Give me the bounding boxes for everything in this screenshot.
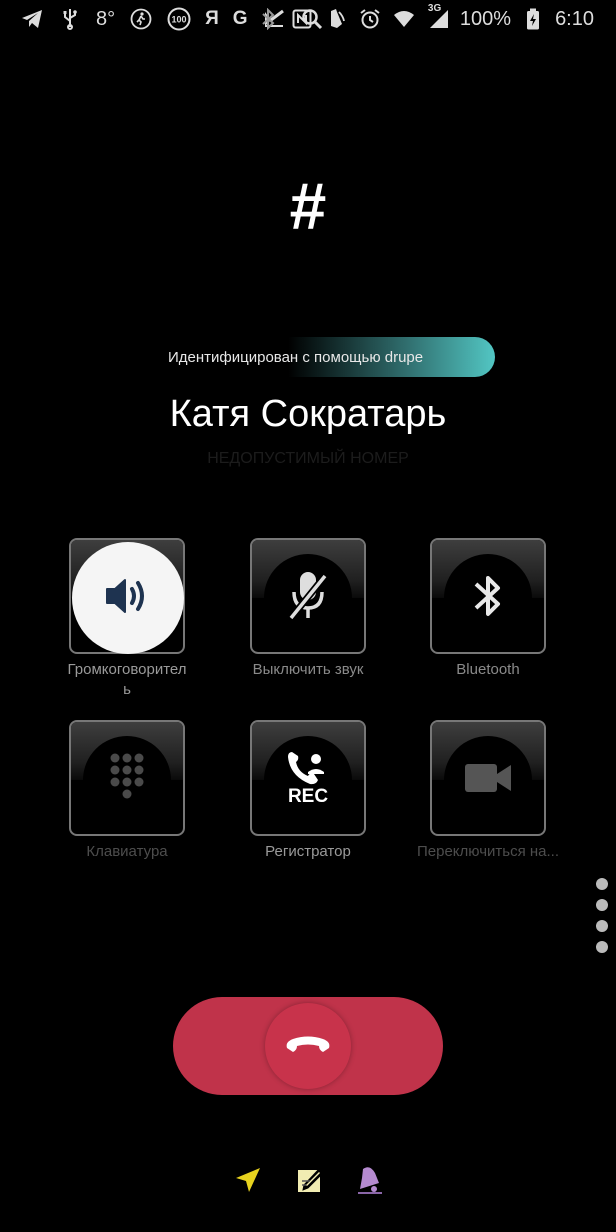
- bluetooth-button[interactable]: Bluetooth: [413, 538, 563, 680]
- mic-off-icon: [252, 540, 364, 652]
- keypad-tile[interactable]: [69, 720, 185, 836]
- reminder-bell-icon: [356, 1165, 384, 1200]
- telegram-icon: [20, 7, 44, 31]
- quick-actions-bar: [0, 1164, 616, 1204]
- rec-badge: REC: [287, 786, 329, 807]
- wifi-icon: [392, 7, 416, 31]
- note-button[interactable]: [292, 1164, 328, 1200]
- google-icon: G: [232, 8, 248, 29]
- speaker-icon: [103, 576, 153, 621]
- identified-by-banner: Идентифицирован с помощью drupe: [150, 337, 495, 377]
- more-dot: [596, 878, 608, 890]
- bluetooth-status-icon: [256, 7, 280, 31]
- bluetooth-tile[interactable]: [430, 538, 546, 654]
- status-bar-right: 3G 100% 6:10: [256, 0, 594, 38]
- badge-100-icon: 100: [167, 7, 191, 31]
- switch-to-video-label: Переключиться на...: [416, 843, 559, 860]
- temperature-text: 8°: [96, 7, 116, 30]
- speaker-active-indicator[interactable]: [72, 542, 184, 654]
- more-dot: [596, 941, 608, 953]
- yandex-icon: Я: [205, 8, 219, 29]
- send-location-icon: [234, 1166, 262, 1199]
- bluetooth-icon: [432, 540, 544, 652]
- hang-up-icon: [283, 1032, 333, 1061]
- battery-icon: [521, 7, 545, 31]
- vibrate-icon: [324, 7, 348, 31]
- badge-100-text: 100: [172, 15, 187, 25]
- more-dot: [596, 899, 608, 911]
- bluetooth-label: Bluetooth: [456, 661, 520, 678]
- switch-to-video-button[interactable]: Переключиться на...: [413, 720, 563, 862]
- call-recorder-icon: REC: [252, 722, 364, 834]
- nfc-icon: [290, 7, 314, 31]
- status-bar: 8° 100 Я G 3G 100% 6:10: [0, 0, 616, 38]
- caller-avatar-symbol: #: [289, 169, 327, 243]
- mute-tile[interactable]: [250, 538, 366, 654]
- network-type: 3G: [427, 3, 442, 14]
- walking-icon: [129, 7, 153, 31]
- reminder-button[interactable]: [352, 1164, 388, 1200]
- identified-by-text: Идентифицирован с помощью drupe: [168, 348, 424, 366]
- keypad-icon: [71, 722, 183, 834]
- battery-percent: 100%: [459, 7, 512, 30]
- signal-icon: 3G: [426, 3, 450, 31]
- recorder-label: Регистратор: [265, 843, 351, 860]
- recorder-tile[interactable]: REC: [250, 720, 366, 836]
- mute-label: Выключить звук: [252, 661, 364, 678]
- send-location-button[interactable]: [230, 1164, 266, 1200]
- caller-number-status: НЕДОПУСТИМЫЙ НОМЕР: [207, 450, 409, 467]
- end-call-button[interactable]: [265, 1003, 351, 1089]
- speaker-label: Громкоговорител ь: [67, 661, 187, 698]
- more-dot: [596, 920, 608, 932]
- note-icon: [295, 1165, 325, 1200]
- keypad-label: Клавиатура: [86, 843, 168, 860]
- end-call-slider[interactable]: [173, 997, 443, 1095]
- more-options-menu[interactable]: [596, 878, 610, 962]
- keypad-button[interactable]: Клавиатура: [52, 720, 202, 862]
- video-camera-icon: [432, 722, 544, 834]
- clock: 6:10: [555, 7, 594, 30]
- usb-icon: [58, 7, 82, 31]
- caller-name: Катя Сократарь: [169, 393, 447, 435]
- mute-button[interactable]: Выключить звук: [233, 538, 383, 680]
- video-tile[interactable]: [430, 720, 546, 836]
- recorder-button[interactable]: REC Регистратор: [233, 720, 383, 862]
- alarm-icon: [358, 7, 382, 31]
